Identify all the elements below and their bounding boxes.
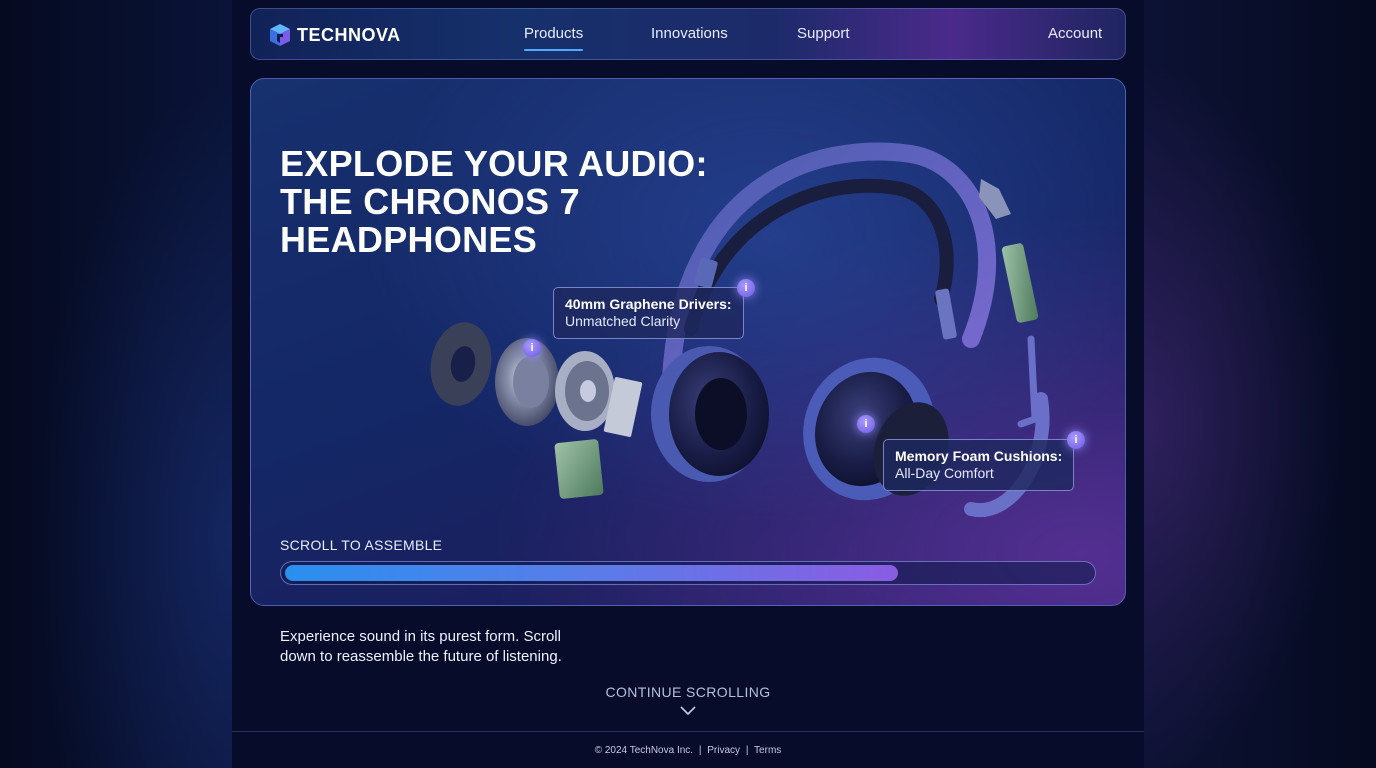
hero-headline: EXPLODE YOUR AUDIO: THE CHRONOS 7 HEADPH… [280,145,740,259]
hero-card: EXPLODE YOUR AUDIO: THE CHRONOS 7 HEADPH… [250,78,1126,606]
footer: © 2024 TechNova Inc. | Privacy | Terms [232,745,1144,756]
info-icon[interactable]: i [737,279,755,297]
callout-drivers-title: 40mm Graphene Drivers: [565,296,732,312]
footer-copyright: © 2024 TechNova Inc. [594,745,694,756]
nav-link-account[interactable]: Account [1048,25,1102,42]
page-container: TECHNOVA Products Innovations Support Ac… [232,0,1144,768]
hero-headline-line-1: EXPLODE YOUR AUDIO: [280,143,708,184]
footer-privacy-link[interactable]: Privacy [707,745,740,756]
callout-drivers-subtitle: Unmatched Clarity [565,313,681,329]
callout-cushions-title: Memory Foam Cushions: [895,448,1063,464]
top-navigation-bar: TECHNOVA Products Innovations Support Ac… [250,8,1126,60]
scroll-to-assemble-label: SCROLL TO ASSEMBLE [280,537,443,553]
assembly-progress-bar[interactable] [280,561,1096,585]
chevron-down-icon[interactable] [680,703,696,717]
callout-cushions-subtitle: All-Day Comfort [895,465,994,481]
info-icon[interactable]: i [523,339,541,357]
callout-drivers: 40mm Graphene Drivers: Unmatched Clarity [553,287,744,339]
technova-cube-logo-icon [270,24,290,46]
footer-separator: | [745,745,749,756]
nav-link-innovations[interactable]: Innovations [651,25,728,42]
brand-name: TECHNOVA [297,24,401,45]
info-icon[interactable]: i [1067,431,1085,449]
callout-cushions: Memory Foam Cushions: All-Day Comfort [883,439,1075,491]
assembly-progress-fill [285,565,898,581]
continue-scrolling-label: CONTINUE SCROLLING [605,684,771,700]
hero-headline-line-3: HEADPHONES [280,219,538,260]
nav-link-support[interactable]: Support [797,25,850,42]
footer-terms-link[interactable]: Terms [754,745,781,756]
footer-separator: | [698,745,702,756]
info-icon[interactable]: i [857,415,875,433]
background-glow-left [0,0,232,768]
nav-link-products[interactable]: Products [524,25,584,51]
hero-headline-line-2: THE CHRONOS 7 [280,181,580,222]
footer-divider [232,731,1144,732]
background-glow-right [1144,0,1376,768]
brand-logo[interactable]: TECHNOVA [269,22,401,48]
hero-tagline: Experience sound in its purest form. Scr… [280,628,562,665]
